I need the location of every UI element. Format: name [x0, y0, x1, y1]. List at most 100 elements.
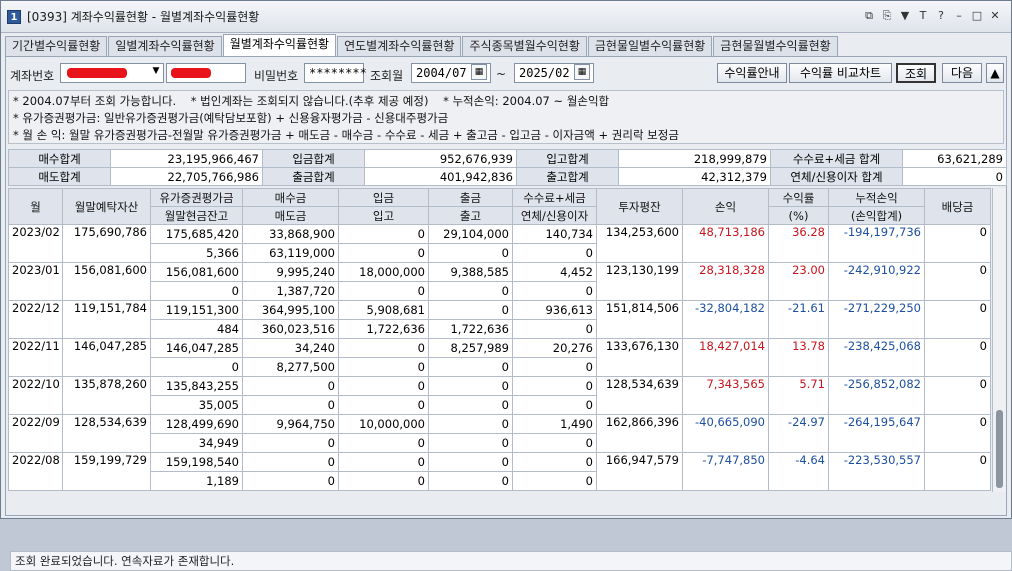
pin-icon[interactable]: ▼ — [899, 9, 911, 23]
tab-period-return[interactable]: 기간별수익률현황 — [5, 36, 108, 56]
cell-cash: 484 — [150, 319, 243, 339]
table-row[interactable]: 2023/02 175,690,786 175,685,420 33,868,900 0… — [8, 224, 991, 263]
cell-withdraw: 0 — [428, 414, 513, 434]
account-dropdown-icon[interactable]: ▼ — [148, 64, 164, 80]
cell-securities: 156,081,600 — [150, 262, 243, 282]
cell-pnl: 18,427,014 — [682, 338, 769, 377]
cell-avg-balance: 162,866,396 — [596, 414, 683, 453]
col-header-withdraw[interactable]: 출금 — [428, 188, 513, 207]
summary-value: 22,705,766,986 — [110, 167, 263, 186]
cell-rate: 23.00 — [768, 262, 829, 301]
col-header-securities[interactable]: 유가증권평가금 — [150, 188, 243, 207]
tab-bar: 기간별수익률현황 일별계좌수익률현황 월별계좌수익률현황 연도별계좌수익률현황 … — [5, 34, 839, 56]
account-label: 계좌번호 — [10, 69, 55, 83]
cell-cumulative: -256,852,082 — [828, 376, 925, 415]
summary-label: 출고합계 — [516, 167, 619, 186]
table-row[interactable]: 2022/08 159,199,729 159,198,540 0 0 0 0 166,947… — [8, 452, 991, 491]
cell-buy: 9,964,750 — [242, 414, 339, 434]
col-header-sell[interactable]: 매도금 — [242, 206, 339, 225]
col-header-pnl[interactable]: 손익 — [682, 188, 769, 225]
window-number-badge: 1 — [7, 9, 21, 24]
cell-cumulative: -264,195,647 — [828, 414, 925, 453]
cell-cash: 35,005 — [150, 395, 243, 415]
cell-pnl: -7,747,850 — [682, 452, 769, 491]
window-title: [0393] 계좌수익률현황 - 월별계좌수익률현황 — [27, 10, 260, 24]
account-name-field — [166, 63, 246, 83]
scrollbar-thumb[interactable] — [996, 410, 1003, 488]
summary-table: 매수합계 23,195,966,467 입금합계 952,676,939 입고합… — [8, 149, 1007, 186]
tab-stock-monthly[interactable]: 주식종목별월수익현황 — [462, 36, 587, 56]
cell-interest: 0 — [512, 395, 597, 415]
col-header-interest[interactable]: 연체/신용이자 — [512, 206, 597, 225]
col-header-rate-pct[interactable]: (%) — [768, 206, 829, 225]
col-header-cumulative-sum[interactable]: (손익합계) — [828, 206, 925, 225]
col-header-stock-in[interactable]: 입고 — [338, 206, 429, 225]
calendar-icon[interactable]: ▦ — [574, 64, 590, 80]
cell-interest: 0 — [512, 357, 597, 377]
col-header-month[interactable]: 월 — [8, 188, 63, 225]
col-header-deposit-in[interactable]: 입금 — [338, 188, 429, 207]
col-header-cumulative[interactable]: 누적손익 — [828, 188, 925, 207]
query-button[interactable]: 조회 — [896, 63, 936, 83]
table-row[interactable]: 2023/01 156,081,600 156,081,600 9,995,240 18… — [8, 262, 991, 301]
vertical-scrollbar[interactable] — [992, 188, 1006, 492]
cell-deposit: 156,081,600 — [62, 262, 151, 301]
tab-monthly-return[interactable]: 월별계좌수익률현황 — [222, 34, 337, 56]
restore-icon[interactable]: ⧉ — [863, 9, 875, 23]
table-row[interactable]: 2022/11 146,047,285 146,047,285 34,240 0 8,25… — [8, 338, 991, 377]
cell-dividend: 0 — [924, 338, 991, 377]
cell-interest: 0 — [512, 319, 597, 339]
col-header-rate[interactable]: 수익률 — [768, 188, 829, 207]
return-guide-button[interactable]: 수익률안내 — [717, 63, 787, 83]
cell-avg-balance: 128,534,639 — [596, 376, 683, 415]
notes-box: * 2004.07부터 조회 가능합니다. * 법인계좌는 조회되지 않습니다.… — [8, 90, 1004, 144]
cell-deposit-in: 0 — [338, 452, 429, 472]
period-separator: ~ — [496, 67, 507, 81]
table-row[interactable]: 2022/09 128,534,639 128,499,690 9,964,750 10… — [8, 414, 991, 453]
main-window: 1 [0393] 계좌수익률현황 - 월별계좌수익률현황 ⧉ ⎘ ▼ T ? –… — [0, 0, 1012, 571]
calendar-icon[interactable]: ▦ — [471, 64, 487, 80]
cell-deposit-in: 10,000,000 — [338, 414, 429, 434]
summary-row: 매수합계 23,195,966,467 입금합계 952,676,939 입고합… — [8, 149, 1007, 168]
col-header-stock-out[interactable]: 출고 — [428, 206, 513, 225]
close-icon[interactable]: ✕ — [989, 9, 1001, 23]
maximize-icon[interactable]: □ — [971, 9, 983, 23]
col-header-avg-balance[interactable]: 투자평잔 — [596, 188, 683, 225]
help-icon[interactable]: ? — [935, 9, 947, 23]
tab-gold-monthly[interactable]: 금현물월별수익률현황 — [713, 36, 838, 56]
cell-buy: 34,240 — [242, 338, 339, 358]
cell-stock-out: 0 — [428, 357, 513, 377]
table-row[interactable]: 2022/12 119,151,784 119,151,300 364,995,100… — [8, 300, 991, 339]
cell-sell: 0 — [242, 433, 339, 453]
col-header-cash[interactable]: 월말현금잔고 — [150, 206, 243, 225]
cell-sell: 0 — [242, 395, 339, 415]
cell-stock-in: 0 — [338, 395, 429, 415]
compare-chart-button[interactable]: 수익률 비교차트 — [789, 63, 892, 83]
cell-sell: 63,119,000 — [242, 243, 339, 263]
cell-cumulative: -242,910,922 — [828, 262, 925, 301]
collapse-up-button[interactable]: ▲ — [986, 63, 1004, 83]
tab-yearly-return[interactable]: 연도별계좌수익률현황 — [337, 36, 462, 56]
col-header-dividend[interactable]: 배당금 — [924, 188, 991, 225]
cell-dividend: 0 — [924, 376, 991, 415]
col-header-buy[interactable]: 매수금 — [242, 188, 339, 207]
copy-icon[interactable]: ⎘ — [881, 9, 893, 23]
cell-buy: 0 — [242, 452, 339, 472]
tab-daily-return[interactable]: 일별계좌수익률현황 — [108, 36, 222, 56]
cell-month: 2022/11 — [8, 338, 63, 377]
cell-rate: 5.71 — [768, 376, 829, 415]
cell-dividend: 0 — [924, 224, 991, 263]
col-header-deposit[interactable]: 월말예탁자산 — [62, 188, 151, 225]
tab-gold-daily[interactable]: 금현물일별수익률현황 — [587, 36, 713, 56]
cell-pnl: -40,665,090 — [682, 414, 769, 453]
cell-pnl: -32,804,182 — [682, 300, 769, 339]
cell-stock-in: 0 — [338, 433, 429, 453]
cell-deposit: 159,199,729 — [62, 452, 151, 491]
cell-dividend: 0 — [924, 300, 991, 339]
col-header-fee[interactable]: 수수료+세금 — [512, 188, 597, 207]
password-input[interactable]: ******** — [304, 63, 367, 83]
font-icon[interactable]: T — [917, 9, 929, 23]
minimize-icon[interactable]: – — [953, 9, 965, 23]
table-row[interactable]: 2022/10 135,878,260 135,843,255 0 0 0 0 128,534… — [8, 376, 991, 415]
next-button[interactable]: 다음 — [942, 63, 982, 83]
